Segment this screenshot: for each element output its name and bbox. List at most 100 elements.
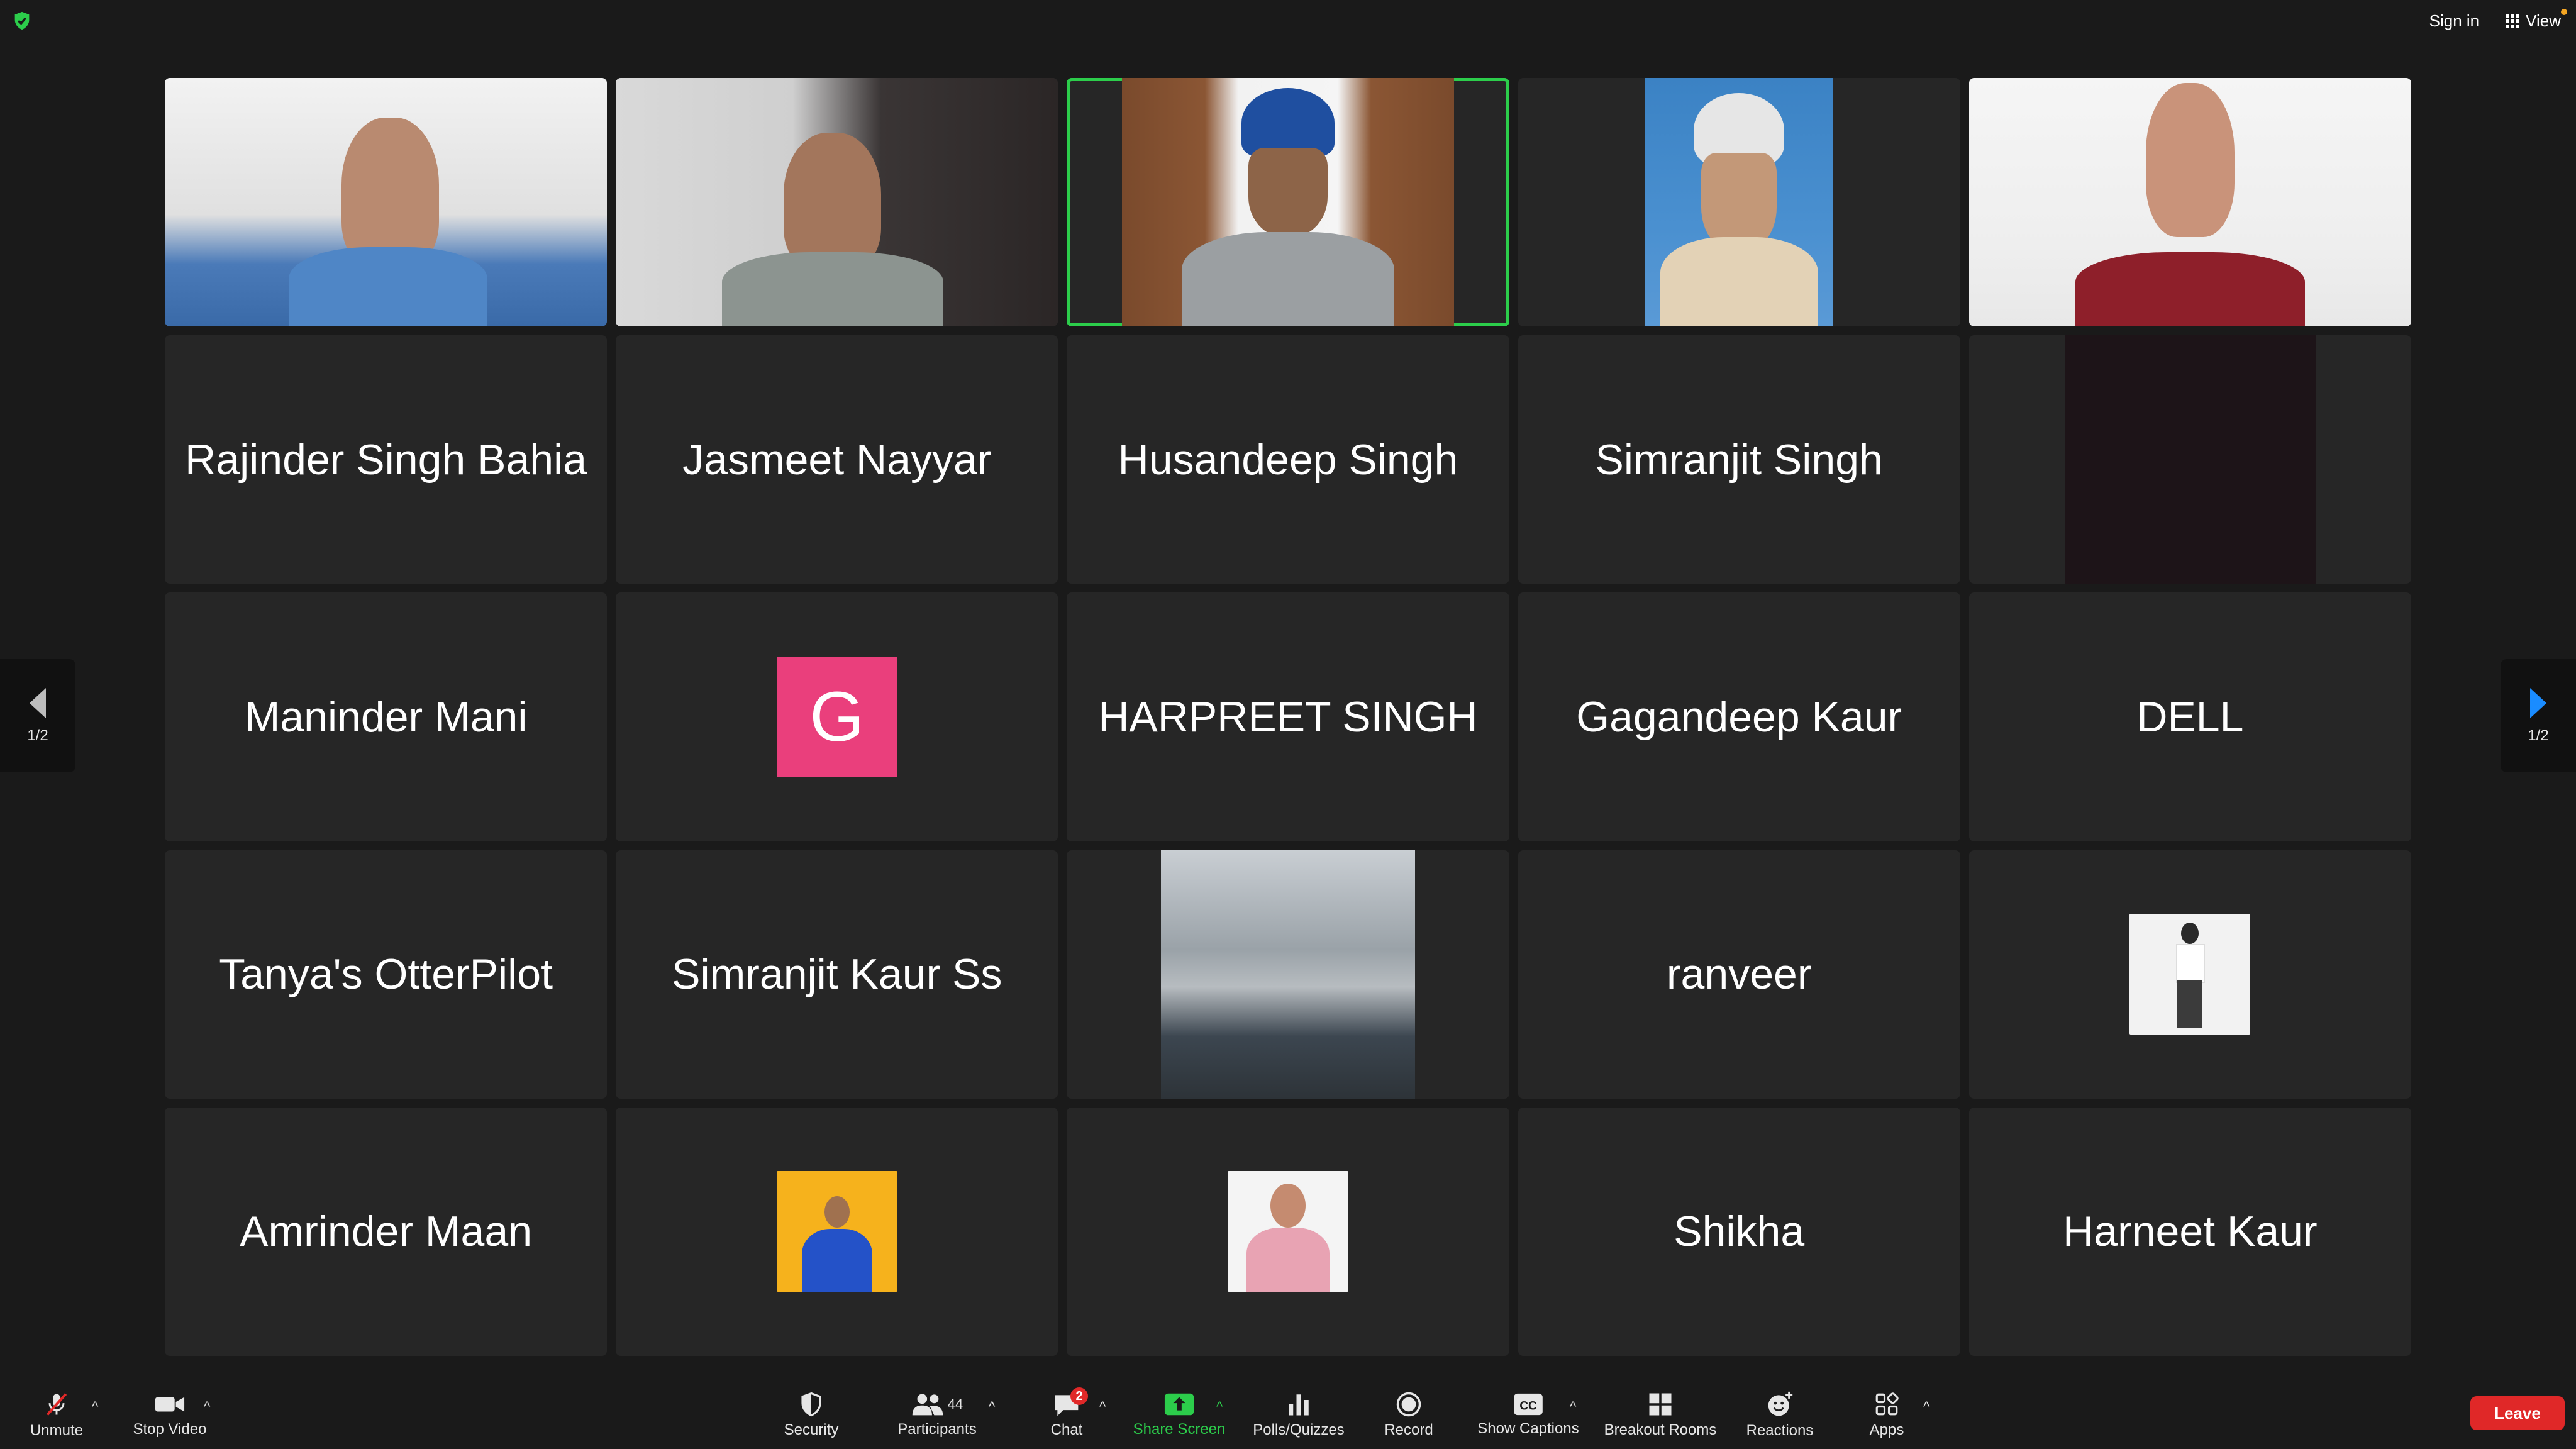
participant-tile[interactable]: Harneet Kaur — [1968, 1107, 2411, 1356]
apps-icon — [1875, 1392, 1899, 1416]
participant-profile-picture — [2129, 914, 2251, 1035]
participants-options-caret[interactable]: ^ — [989, 1399, 995, 1415]
svg-text:CC: CC — [1519, 1400, 1537, 1413]
share-options-caret[interactable]: ^ — [1216, 1399, 1223, 1415]
participant-video — [1122, 78, 1454, 327]
participant-video-tile[interactable] — [1968, 78, 2411, 327]
participant-tile[interactable]: Gagandeep Kaur — [1518, 592, 1960, 841]
participant-tile[interactable]: G — [616, 592, 1058, 841]
reactions-button[interactable]: Reactions — [1742, 1381, 1818, 1449]
participant-name: Jasmeet Nayyar — [682, 435, 992, 484]
participant-name: Simranjit Singh — [1595, 435, 1883, 484]
show-captions-label: Show Captions — [1477, 1420, 1579, 1437]
participant-tile[interactable] — [1968, 850, 2411, 1099]
participant-profile-picture — [1227, 1171, 1348, 1292]
participant-tile[interactable]: Simranjit Singh — [1518, 335, 1960, 584]
security-button[interactable]: Security — [780, 1381, 843, 1449]
audio-options-caret[interactable]: ^ — [92, 1399, 98, 1415]
share-screen-button[interactable]: Share Screen — [1126, 1381, 1233, 1449]
arrow-left-icon — [30, 688, 46, 718]
muted-microphone-icon — [46, 1393, 67, 1416]
chat-label: Chat — [1050, 1421, 1083, 1438]
participant-name: Husandeep Singh — [1118, 435, 1458, 484]
polls-quizzes-label: Polls/Quizzes — [1253, 1421, 1345, 1438]
participant-name: DELL — [2136, 692, 2244, 741]
participant-tile[interactable] — [616, 1107, 1058, 1356]
participant-name: Simranjit Kaur Ss — [672, 950, 1002, 999]
share-screen-icon — [1164, 1393, 1194, 1416]
participant-profile-picture — [776, 1171, 897, 1292]
landscape-profile-picture — [1161, 850, 1415, 1099]
dark-video-feed — [2064, 335, 2316, 584]
breakout-rooms-icon — [1649, 1393, 1672, 1416]
participant-tile[interactable]: Shikha — [1518, 1107, 1960, 1356]
stop-video-button[interactable]: Stop Video — [126, 1381, 214, 1449]
apps-options-caret[interactable]: ^ — [1923, 1399, 1929, 1415]
participant-tile[interactable]: Maninder Mani — [165, 592, 608, 841]
sign-in-link[interactable]: Sign in — [2429, 11, 2480, 31]
apps-label: Apps — [1869, 1421, 1904, 1438]
security-shield-icon — [14, 11, 30, 30]
participant-name: Maninder Mani — [244, 692, 528, 741]
unmute-button[interactable]: Unmute — [19, 1381, 94, 1449]
stop-video-label: Stop Video — [133, 1421, 207, 1438]
video-camera-icon — [155, 1397, 185, 1412]
chat-options-caret[interactable]: ^ — [1099, 1399, 1106, 1415]
participant-video-tile[interactable] — [165, 78, 608, 327]
participant-name: Shikha — [1674, 1208, 1805, 1256]
participant-video-tile[interactable] — [1968, 335, 2411, 584]
participant-name: Gagandeep Kaur — [1576, 692, 1902, 741]
participant-tile[interactable]: ranveer — [1518, 850, 1960, 1099]
participant-tile[interactable]: Simranjit Kaur Ss — [616, 850, 1058, 1099]
participants-button[interactable]: 44 Participants — [887, 1381, 987, 1449]
active-speaker-video-tile[interactable] — [1067, 78, 1509, 327]
participant-name: HARPREET SINGH — [1098, 692, 1478, 741]
view-button[interactable]: View — [2506, 9, 2567, 31]
captions-options-caret[interactable]: ^ — [1570, 1399, 1576, 1415]
closed-captions-icon: CC — [1514, 1393, 1543, 1416]
meeting-toolbar: Unmute ^ Stop Video ^ Security 44 Partic… — [0, 1381, 2576, 1449]
participant-tile[interactable]: DELL — [1968, 592, 2411, 841]
participant-name: Amrinder Maan — [240, 1208, 533, 1256]
participant-video-tile[interactable] — [1518, 78, 1960, 327]
bar-chart-icon — [1289, 1394, 1309, 1416]
breakout-rooms-button[interactable]: Breakout Rooms — [1597, 1381, 1723, 1449]
participant-video — [616, 78, 1058, 327]
participants-label: Participants — [897, 1421, 977, 1438]
share-screen-label: Share Screen — [1133, 1421, 1226, 1438]
participant-tile[interactable]: HARPREET SINGH — [1067, 592, 1509, 841]
participants-icon — [912, 1394, 943, 1416]
view-notification-dot — [2561, 9, 2567, 15]
participant-video — [1645, 78, 1833, 327]
page-indicator: 1/2 — [27, 727, 48, 744]
participant-tile[interactable]: Tanya's OtterPilot — [165, 850, 608, 1099]
participant-name: Rajinder Singh Bahia — [185, 435, 587, 484]
page-indicator: 1/2 — [2528, 727, 2549, 744]
record-button[interactable]: Record — [1371, 1381, 1446, 1449]
apps-button[interactable]: Apps — [1849, 1381, 1924, 1449]
record-icon — [1396, 1392, 1421, 1417]
polls-quizzes-button[interactable]: Polls/Quizzes — [1245, 1381, 1352, 1449]
participant-tile[interactable]: Jasmeet Nayyar — [616, 335, 1058, 584]
chat-unread-badge: 2 — [1070, 1387, 1088, 1405]
participant-name: Tanya's OtterPilot — [219, 950, 553, 999]
participant-tile[interactable]: Husandeep Singh — [1067, 335, 1509, 584]
grid-view-icon — [2506, 14, 2520, 28]
security-label: Security — [784, 1421, 839, 1438]
participant-tile[interactable]: Rajinder Singh Bahia — [165, 335, 608, 584]
show-captions-button[interactable]: CC Show Captions — [1472, 1381, 1585, 1449]
participant-tile[interactable]: Amrinder Maan — [165, 1107, 608, 1356]
participants-count: 44 — [947, 1396, 963, 1412]
participant-tile[interactable] — [1067, 850, 1509, 1099]
unmute-label: Unmute — [30, 1422, 84, 1439]
leave-button[interactable]: Leave — [2470, 1396, 2565, 1430]
breakout-rooms-label: Breakout Rooms — [1604, 1421, 1717, 1438]
video-options-caret[interactable]: ^ — [204, 1399, 210, 1415]
previous-page-button[interactable]: 1/2 — [0, 659, 75, 772]
arrow-right-icon — [2530, 688, 2546, 718]
next-page-button[interactable]: 1/2 — [2501, 659, 2576, 772]
chat-button[interactable]: Chat 2 — [1029, 1381, 1104, 1449]
participant-tile[interactable] — [1067, 1107, 1509, 1356]
participant-video-tile[interactable] — [616, 78, 1058, 327]
participant-video — [1968, 78, 2411, 327]
